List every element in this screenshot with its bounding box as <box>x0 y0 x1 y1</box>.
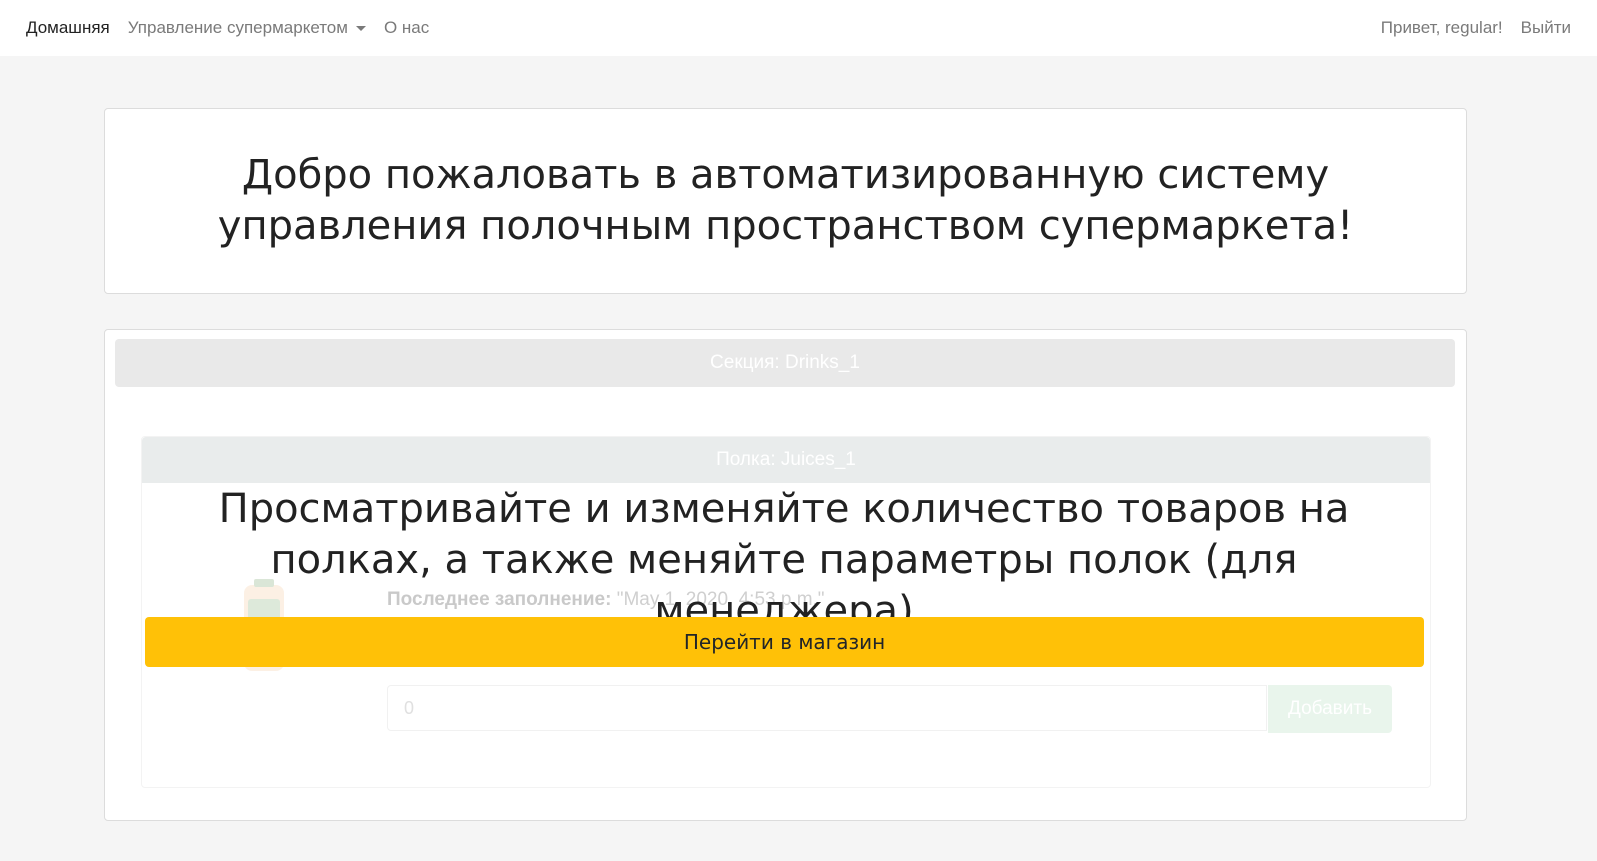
section-header: Секция: Drinks_1 <box>115 339 1455 387</box>
nav-home-link[interactable]: Домашняя <box>26 18 110 38</box>
carousel-caption-title: Просматривайте и изменяйте количество то… <box>218 486 1350 634</box>
nav-left: Домашняя Управление супермаркетом О нас <box>26 0 447 56</box>
nav-manage-dropdown[interactable]: Управление супермаркетом <box>128 18 366 38</box>
welcome-card: Добро пожаловать в автоматизированную си… <box>104 108 1467 294</box>
go-to-store-button[interactable]: Перейти в магазин <box>145 617 1424 667</box>
nav-logout-link[interactable]: Выйти <box>1521 18 1571 38</box>
quantity-input[interactable]: 0 <box>387 685 1267 731</box>
top-navbar: Домашняя Управление супермаркетом О нас … <box>0 0 1597 56</box>
welcome-title: Добро пожаловать в автоматизированную си… <box>217 152 1354 249</box>
chevron-down-icon <box>355 25 366 31</box>
quantity-value: 0 <box>404 697 415 718</box>
nav-about-link[interactable]: О нас <box>384 18 429 38</box>
add-button[interactable]: Добавить <box>1268 685 1392 733</box>
shelf-header: Полка: Juices_1 <box>142 437 1430 483</box>
nav-greeting[interactable]: Привет, regular! <box>1381 18 1503 38</box>
nav-right: Привет, regular! Выйти <box>1363 0 1571 56</box>
nav-manage-label: Управление супермаркетом <box>127 18 348 37</box>
